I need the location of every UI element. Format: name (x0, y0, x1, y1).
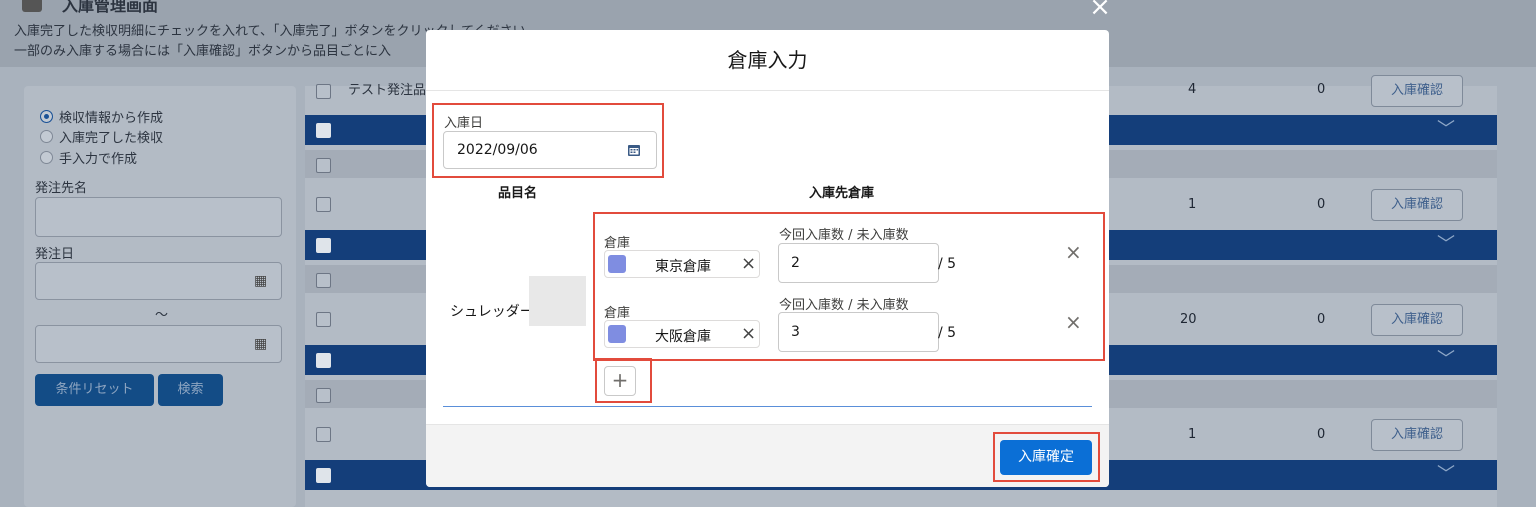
list-item-name: テスト発注品 (348, 83, 427, 98)
warehouse-input-modal: 倉庫入力 入庫日 2022/09/06 品目名 入庫先倉庫 シュレッダー 倉庫 … (426, 30, 1109, 487)
radio-completed[interactable]: 入庫完了した検収 (40, 127, 163, 146)
warehouse-lookup[interactable]: 東京倉庫 × (604, 250, 760, 278)
row-checkbox[interactable] (316, 388, 331, 403)
row-received: 0 (1317, 197, 1326, 212)
chevron-down-icon[interactable]: ﹀ (1434, 230, 1458, 260)
receipt-check-button[interactable]: 入庫確認 (1371, 75, 1463, 107)
row-checkbox[interactable] (316, 158, 331, 173)
chevron-down-icon[interactable]: ﹀ (1434, 460, 1458, 490)
remaining-qty: / 5 (938, 256, 957, 272)
receipt-date-label: 入庫日 (444, 116, 484, 131)
row-received: 0 (1317, 82, 1326, 97)
qty-value: 2 (791, 255, 800, 271)
reset-button[interactable]: 条件リセット (35, 374, 154, 406)
radio-manual[interactable]: 手入力で作成 (40, 148, 137, 167)
radio-button[interactable] (40, 151, 53, 164)
supplier-label: 発注先名 (35, 181, 88, 196)
remaining-qty: / 5 (938, 325, 957, 341)
order-date-from[interactable]: ▦ (35, 262, 282, 300)
qty-input[interactable]: 3 (778, 312, 939, 352)
close-icon[interactable]: × (741, 323, 756, 344)
receipt-check-button[interactable]: 入庫確認 (1371, 304, 1463, 336)
modal-title: 倉庫入力 (426, 30, 1109, 91)
group-checkbox[interactable] (316, 468, 331, 483)
close-icon[interactable]: × (1065, 240, 1082, 264)
qty-value: 3 (791, 324, 800, 340)
receipt-date-input[interactable]: 2022/09/06 (443, 131, 657, 169)
supplier-input[interactable] (35, 197, 282, 237)
chevron-down-icon[interactable]: ﹀ (1434, 345, 1458, 375)
group-checkbox[interactable] (316, 123, 331, 138)
radio-from-inspection[interactable]: 検収情報から作成 (40, 107, 163, 126)
radio-button[interactable] (40, 110, 53, 123)
receipt-check-button[interactable]: 入庫確認 (1371, 189, 1463, 221)
chevron-down-icon[interactable]: ﹀ (1434, 115, 1458, 145)
warehouse-name: 大阪倉庫 (655, 329, 711, 345)
col-item-name: 品目名 (498, 186, 538, 201)
search-button[interactable]: 検索 (158, 374, 223, 406)
qty-label: 今回入庫数 / 未入庫数 (779, 298, 909, 313)
page-icon (22, 0, 42, 12)
col-warehouse: 入庫先倉庫 (809, 186, 875, 201)
calendar-icon[interactable]: ▦ (254, 273, 267, 289)
radio-button[interactable] (40, 130, 53, 143)
row-received: 0 (1317, 312, 1326, 327)
close-icon[interactable]: × (741, 253, 756, 274)
row-checkbox[interactable] (316, 427, 331, 442)
qty-input[interactable]: 2 (778, 243, 939, 283)
page-title: 入庫管理画面 (62, 0, 159, 15)
building-icon (608, 325, 626, 343)
range-separator: 〜 (155, 308, 169, 323)
row-qty: 1 (1188, 427, 1197, 442)
receipt-date-value: 2022/09/06 (457, 142, 538, 158)
item-image (529, 276, 586, 326)
row-checkbox[interactable] (316, 312, 331, 327)
row-qty: 1 (1188, 197, 1197, 212)
close-icon[interactable]: × (1065, 310, 1082, 334)
close-icon[interactable]: × (1087, 0, 1113, 20)
page-description-2: 一部のみ入庫する場合には「入庫確認」ボタンから品目ごとに入 (14, 44, 392, 59)
add-row-button[interactable]: + (604, 366, 636, 396)
order-date-to[interactable]: ▦ (35, 325, 282, 363)
warehouse-name: 東京倉庫 (655, 259, 711, 275)
row-checkbox[interactable] (316, 197, 331, 212)
calendar-icon[interactable] (627, 143, 641, 157)
receipt-check-button[interactable]: 入庫確認 (1371, 419, 1463, 451)
group-checkbox[interactable] (316, 238, 331, 253)
plus-icon: + (611, 368, 629, 392)
group-checkbox[interactable] (316, 353, 331, 368)
row-checkbox[interactable] (316, 84, 331, 99)
row-qty: 4 (1188, 82, 1197, 97)
row-received: 0 (1317, 427, 1326, 442)
warehouse-lookup[interactable]: 大阪倉庫 × (604, 320, 760, 348)
qty-label: 今回入庫数 / 未入庫数 (779, 228, 909, 243)
building-icon (608, 255, 626, 273)
confirm-receipt-button[interactable]: 入庫確定 (1000, 440, 1092, 475)
order-date-label: 発注日 (35, 247, 75, 262)
item-name: シュレッダー (450, 304, 534, 320)
row-checkbox[interactable] (316, 273, 331, 288)
calendar-icon[interactable]: ▦ (254, 336, 267, 352)
row-qty: 20 (1180, 312, 1197, 327)
divider (443, 406, 1092, 407)
warehouse-label: 倉庫 (604, 236, 631, 251)
warehouse-label: 倉庫 (604, 306, 631, 321)
